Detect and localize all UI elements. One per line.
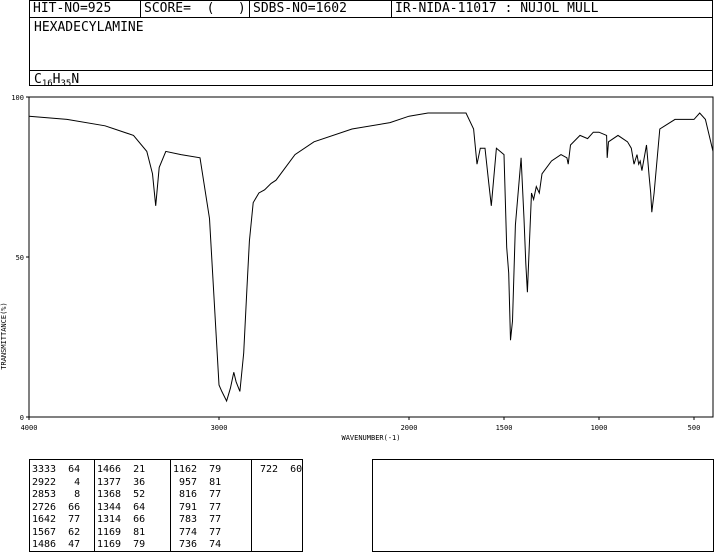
x-tick-label: 4000 (21, 424, 38, 432)
peak-entry: 1169 81 (97, 526, 146, 538)
peak-entry: 2853 8 (32, 489, 81, 500)
peak-table-divider (251, 460, 252, 551)
peak-entry: 1162 79 (173, 464, 222, 475)
peak-entry: 1169 79 (97, 539, 146, 550)
peak-entry: 1466 21 (97, 464, 146, 475)
formula-element-h: H (52, 72, 61, 87)
peak-entry: 1486 47 (32, 539, 81, 550)
peak-table: 3333 64 2922 4 2853 8 2726 66 1642 77 1567 62… (29, 459, 303, 552)
x-tick-label: 2000 (401, 424, 418, 432)
y-tick-label: 0 (20, 414, 24, 422)
plot-frame (28, 96, 714, 418)
peak-entry: 1344 64 (97, 501, 146, 513)
peak-entry: 2726 66 (32, 501, 81, 513)
peak-entry: 2922 4 (32, 476, 81, 488)
peak-entry: 957 81 (173, 476, 222, 488)
ir-spectrum-chart: 0 50 100 4000 3000 2000 1500 1000 500 WAVENUMBE… (0, 94, 714, 442)
peak-entry: 1377 36 (97, 476, 146, 488)
y-axis-label: TRANSMITTANCE(%) (0, 302, 8, 369)
peak-entry: 791 77 (173, 501, 222, 513)
formula-element-c: C (34, 72, 42, 87)
transmittance-trace (28, 112, 714, 403)
x-axis: 4000 3000 2000 1500 1000 500 (21, 417, 701, 432)
peak-entry: 1368 52 (97, 489, 146, 500)
ir-measurement-info: IR-NIDA-11017 : NUJOL MULL (391, 1, 713, 17)
peak-entry: 816 77 (173, 489, 222, 500)
peak-column-1: 3333 64 2922 4 2853 8 2726 66 1642 77 1567 62… (32, 464, 80, 552)
peak-entry: 736 74 (173, 539, 222, 550)
peak-entry: 1567 62 (32, 526, 81, 538)
peak-entry: 1314 66 (97, 514, 146, 525)
peak-table-divider (170, 460, 171, 551)
y-axis: 0 50 100 (11, 94, 29, 422)
score: SCORE= ( ) (140, 1, 249, 17)
x-tick-label: 1000 (591, 424, 608, 432)
formula-element-n: N (71, 72, 80, 87)
peak-entry: 774 77 (173, 526, 222, 538)
peak-entry: 722 60 (254, 464, 303, 475)
y-tick-label: 100 (11, 94, 24, 102)
peak-entry: 3333 64 (32, 464, 81, 475)
sdbs-number: SDBS-NO=1602 (249, 1, 391, 17)
compound-name: HEXADECYLAMINE (34, 20, 144, 35)
molecular-formula: C16H35N (34, 72, 79, 89)
peak-column-4: 722 60 (254, 464, 302, 477)
empty-info-box (372, 459, 714, 552)
peak-table-divider (94, 460, 95, 551)
x-tick-label: 500 (688, 424, 701, 432)
peak-column-3: 1162 79 957 81 816 77 791 77 783 77 774 … (173, 464, 221, 552)
spectrum-header: HIT-NO=925 SCORE= ( ) SDBS-NO=1602 IR-NI… (29, 0, 713, 89)
x-axis-label: WAVENUMBER(-1) (341, 434, 400, 442)
formula-row: C16H35N (30, 70, 712, 89)
hit-number: HIT-NO=925 (33, 1, 112, 16)
header-info-row: HIT-NO=925 SCORE= ( ) SDBS-NO=1602 IR-NI… (30, 1, 712, 18)
peak-entry: 783 77 (173, 514, 222, 525)
x-tick-label: 3000 (211, 424, 228, 432)
y-tick-label: 50 (16, 254, 24, 262)
x-tick-label: 1500 (496, 424, 513, 432)
peak-column-2: 1466 21 1377 36 1368 52 1344 64 1314 66 1169 … (97, 464, 145, 552)
peak-entry: 1642 77 (32, 514, 81, 525)
